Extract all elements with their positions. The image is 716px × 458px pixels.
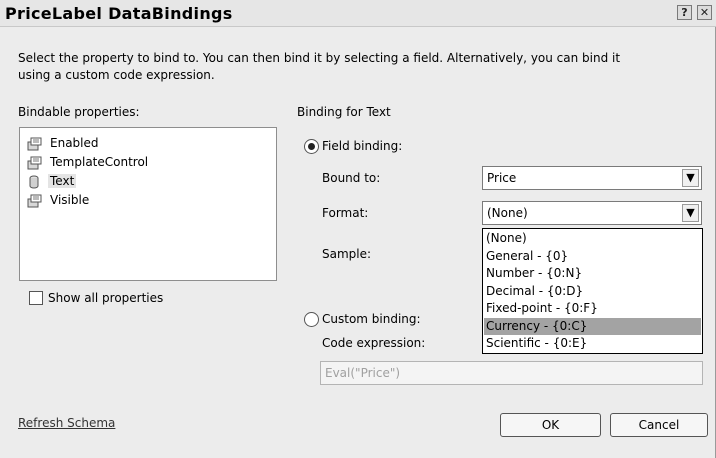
radio-selected-dot: [308, 143, 315, 150]
format-select[interactable]: (None) ▼: [482, 201, 702, 225]
format-dropdown-list[interactable]: (None) General - {0} Number - {0:N} Deci…: [482, 228, 703, 354]
title-bar: PriceLabel DataBindings ? ✕: [0, 0, 716, 27]
format-option[interactable]: Decimal - {0:D}: [484, 283, 701, 301]
bound-to-value: Price: [487, 171, 517, 185]
list-item-visible[interactable]: Visible: [27, 191, 91, 210]
format-option[interactable]: (None): [484, 230, 701, 248]
code-expression-value: Eval("Price"): [325, 366, 401, 380]
dialog-title: PriceLabel DataBindings: [5, 4, 233, 23]
custom-binding-radio[interactable]: [304, 312, 319, 327]
list-item-label: TemplateControl: [50, 155, 149, 169]
close-button[interactable]: ✕: [697, 5, 712, 20]
format-option[interactable]: General - {0}: [484, 248, 701, 266]
instruction-line-1: Select the property to bind to. You can …: [18, 51, 621, 65]
bound-to-label: Bound to:: [322, 171, 381, 185]
list-item-label: Enabled: [50, 136, 99, 150]
chevron-down-icon[interactable]: ▼: [682, 169, 699, 187]
code-expression-label: Code expression:: [322, 336, 426, 350]
databindings-dialog: PriceLabel DataBindings ? ✕ Select the p…: [0, 0, 716, 458]
sample-label: Sample:: [322, 247, 372, 261]
bound-to-select[interactable]: Price ▼: [482, 166, 702, 190]
format-value: (None): [487, 206, 528, 220]
show-all-properties-label: Show all properties: [48, 291, 164, 305]
format-option[interactable]: Number - {0:N}: [484, 265, 701, 283]
database-icon: [27, 175, 42, 189]
list-item-text[interactable]: Text: [27, 172, 77, 191]
list-item-enabled[interactable]: Enabled: [27, 134, 101, 153]
refresh-schema-link[interactable]: Refresh Schema: [18, 416, 115, 430]
field-binding-label: Field binding:: [322, 139, 403, 153]
help-button[interactable]: ?: [677, 5, 692, 20]
list-item-templatecontrol[interactable]: TemplateControl: [27, 153, 150, 172]
chevron-down-icon[interactable]: ▼: [682, 204, 699, 222]
list-item-label: Text: [48, 174, 77, 188]
field-binding-radio[interactable]: [304, 139, 319, 154]
binding-header: Binding for Text: [297, 105, 391, 119]
property-icon: [27, 194, 42, 208]
code-expression-field[interactable]: Eval("Price"): [320, 361, 703, 385]
property-icon: [27, 156, 42, 170]
cancel-button[interactable]: Cancel: [610, 413, 708, 437]
format-option-highlighted[interactable]: Currency - {0:C}: [484, 317, 701, 335]
format-label: Format:: [322, 206, 369, 220]
format-option[interactable]: Fixed-point - {0:F}: [484, 300, 701, 318]
instruction-line-2: using a custom code expression.: [18, 68, 215, 82]
ok-button[interactable]: OK: [500, 413, 601, 437]
bindable-properties-list[interactable]: Enabled TemplateControl Text Visible: [19, 127, 277, 281]
bindable-properties-header: Bindable properties:: [18, 105, 140, 119]
format-option[interactable]: Scientific - {0:E}: [484, 335, 701, 353]
custom-binding-label: Custom binding:: [322, 312, 421, 326]
property-icon: [27, 137, 42, 151]
show-all-properties-checkbox[interactable]: [29, 291, 43, 305]
list-item-label: Visible: [50, 193, 90, 207]
